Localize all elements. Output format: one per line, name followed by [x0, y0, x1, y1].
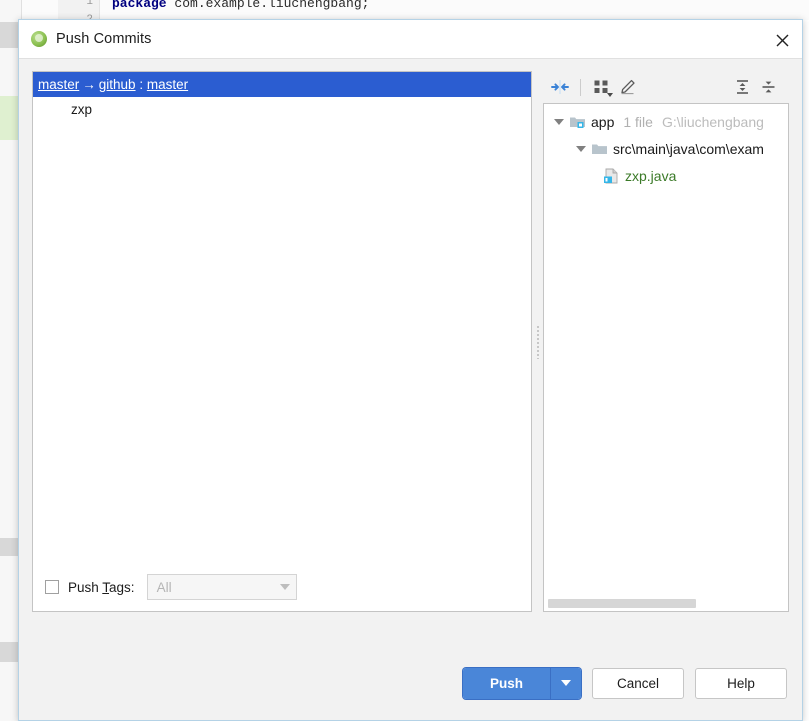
close-icon[interactable]	[771, 29, 793, 51]
java-file-icon	[603, 168, 620, 184]
files-toolbar	[543, 71, 789, 103]
tree-node-path: G:\liuchengbang	[661, 113, 764, 130]
help-button[interactable]: Help	[695, 667, 787, 699]
branch-arrow-icon: →	[82, 77, 96, 92]
module-folder-icon	[569, 114, 586, 130]
tree-row[interactable]: zxp.java	[544, 162, 788, 189]
tree-row[interactable]: src\main\java\com\exam	[544, 135, 788, 162]
dialog-title: Push Commits	[56, 31, 152, 47]
remote-name-link[interactable]: github	[99, 77, 136, 92]
chevron-down-icon[interactable]	[551, 114, 567, 130]
push-tags-label: Push Tags:	[68, 580, 135, 595]
chevron-down-icon	[279, 584, 290, 590]
split-panes: master → github : master zxp app 1 file …	[32, 71, 789, 612]
chevron-down-icon	[561, 680, 571, 686]
android-studio-icon	[31, 31, 47, 47]
ide-code-keyword: package	[112, 0, 167, 11]
push-commits-dialog: Push Commits master → github : master zxp	[18, 19, 803, 721]
tree-node-label: app	[591, 113, 615, 130]
commit-list-item[interactable]: zxp	[33, 97, 531, 123]
files-tree-container[interactable]: app 1 file G:\liuchengbang src\main\java…	[543, 103, 789, 612]
dialog-title-bar: Push Commits	[19, 20, 802, 59]
collapse-diff-icon[interactable]	[547, 75, 573, 99]
expand-all-icon[interactable]	[729, 75, 755, 99]
collapse-all-icon[interactable]	[755, 75, 781, 99]
chevron-down-icon[interactable]	[573, 141, 589, 157]
dialog-body: master → github : master zxp app 1 file …	[19, 59, 802, 658]
local-branch-label: master	[38, 77, 80, 92]
push-tags-select-value: All	[156, 579, 172, 595]
files-tree: app 1 file G:\liuchengbang src\main\java…	[544, 104, 788, 189]
remote-branch-link[interactable]: master	[147, 77, 188, 92]
push-dropdown-button[interactable]	[551, 667, 581, 699]
cancel-button[interactable]: Cancel	[592, 667, 684, 699]
ide-line-number: 1	[86, 0, 93, 8]
push-tags-select[interactable]: All	[146, 574, 297, 600]
push-tags-checkbox[interactable]	[45, 580, 59, 594]
edit-icon[interactable]	[614, 75, 640, 99]
push-split-button[interactable]: Push	[463, 667, 581, 699]
splitter-grip-icon	[536, 324, 539, 359]
push-tags-row: Push Tags: All	[45, 574, 297, 600]
push-tags-label-before: Push	[68, 579, 103, 595]
tree-node-label: src\main\java\com\exam	[613, 140, 764, 157]
changed-files-pane: app 1 file G:\liuchengbang src\main\java…	[543, 71, 789, 612]
folder-icon	[591, 141, 608, 157]
scrollbar-thumb[interactable]	[548, 599, 696, 608]
group-by-icon[interactable]	[588, 75, 614, 99]
tree-node-label: zxp.java	[625, 167, 677, 184]
ide-code-line: package com.example.liuchengbang;	[112, 0, 369, 11]
push-tags-label-after: ags:	[109, 579, 135, 595]
push-button[interactable]: Push	[463, 667, 551, 699]
dialog-footer: Push Cancel Help	[19, 658, 802, 720]
chevron-down-icon	[607, 93, 613, 97]
tree-row[interactable]: app 1 file G:\liuchengbang	[544, 108, 788, 135]
tree-node-file-count: 1 file	[623, 113, 653, 130]
branch-separator: :	[139, 77, 144, 92]
pane-splitter[interactable]	[532, 71, 543, 612]
commits-list[interactable]: master → github : master zxp	[32, 71, 532, 612]
files-horizontal-scrollbar[interactable]	[545, 597, 787, 610]
ide-code-text: com.example.liuchengbang;	[166, 0, 370, 11]
toolbar-separator	[580, 78, 581, 96]
commit-branch-header-row[interactable]: master → github : master	[33, 72, 531, 97]
